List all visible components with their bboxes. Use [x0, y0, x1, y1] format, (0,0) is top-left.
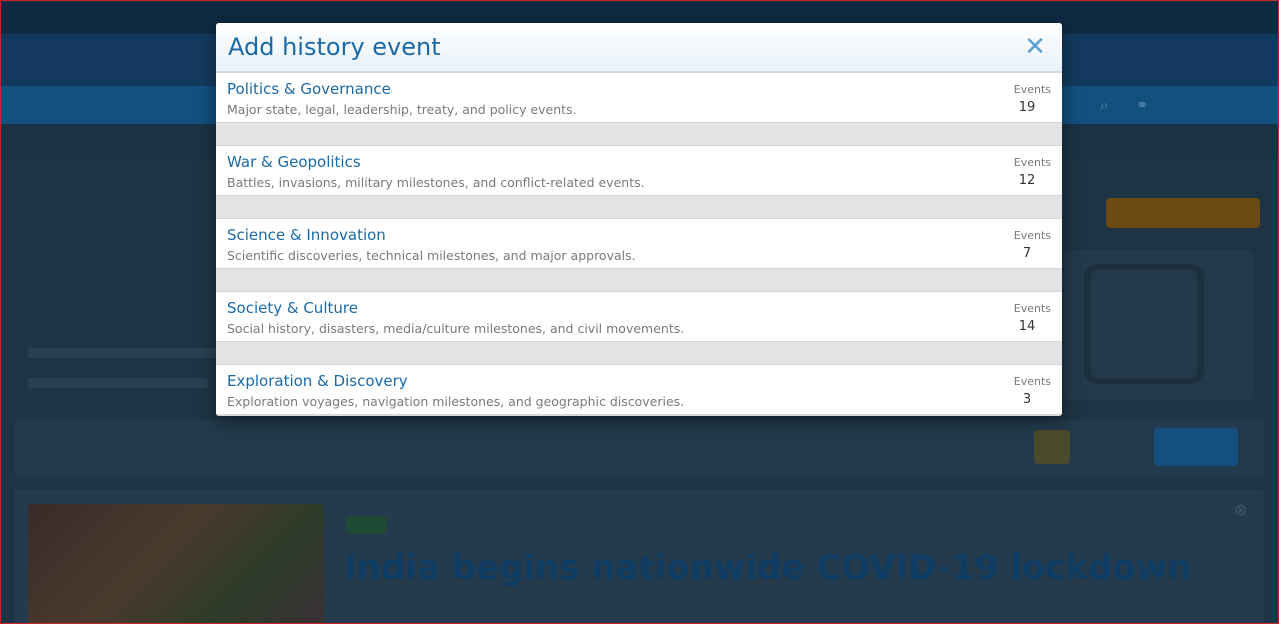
link-icon: ⚭ — [1136, 96, 1149, 114]
category-name[interactable]: War & Geopolitics — [227, 153, 361, 171]
category-name[interactable]: Society & Culture — [227, 299, 358, 317]
category-item-politics-governance[interactable]: Politics & Governance Major state, legal… — [216, 72, 1062, 123]
category-description: Social history, disasters, media/culture… — [227, 321, 685, 336]
category-description: Major state, legal, leadership, treaty, … — [227, 102, 577, 117]
category-name[interactable]: Politics & Governance — [227, 80, 391, 98]
filter-apply-button — [1154, 428, 1238, 466]
add-history-event-modal: Add history event ✕ Politics & Governanc… — [216, 23, 1062, 416]
filter-bar — [14, 420, 1264, 476]
intro-text-line — [28, 348, 218, 358]
search-icon: ⌕ — [1100, 96, 1109, 114]
intro-text-line — [28, 378, 208, 388]
category-item-exploration-discovery[interactable]: Exploration & Discovery Exploration voya… — [216, 364, 1062, 415]
category-item-war-geopolitics[interactable]: War & Geopolitics Battles, invasions, mi… — [216, 145, 1062, 196]
event-count: 14 — [1018, 319, 1036, 334]
filter-toggle — [1034, 430, 1070, 464]
category-description: Exploration voyages, navigation mileston… — [227, 394, 685, 409]
close-icon: ⊗ — [1234, 500, 1248, 519]
category-list: Politics & Governance Major state, legal… — [216, 72, 1062, 415]
event-count-label: Events — [1013, 156, 1051, 169]
divider — [216, 196, 1062, 218]
category-description: Battles, invasions, military milestones,… — [227, 175, 645, 190]
action-button — [1106, 198, 1260, 228]
modal-title: Add history event — [228, 33, 441, 61]
category-name[interactable]: Science & Innovation — [227, 226, 386, 244]
divider — [216, 123, 1062, 145]
category-item-science-innovation[interactable]: Science & Innovation Scientific discover… — [216, 218, 1062, 269]
article-card: India begins nationwide COVID-19 lockdow… — [14, 490, 1264, 624]
scroll-card — [1064, 250, 1254, 400]
modal-header: Add history event ✕ — [216, 23, 1062, 72]
event-count: 19 — [1018, 100, 1036, 115]
article-image — [28, 504, 324, 624]
event-count-label: Events — [1013, 302, 1051, 315]
divider — [216, 342, 1062, 364]
event-count: 3 — [1022, 392, 1032, 407]
event-count: 7 — [1022, 246, 1032, 261]
close-button[interactable]: ✕ — [1022, 34, 1048, 60]
scroll-icon — [1084, 264, 1204, 384]
divider — [216, 269, 1062, 291]
event-count-label: Events — [1013, 83, 1051, 96]
close-icon: ✕ — [1024, 32, 1046, 62]
event-count-label: Events — [1013, 229, 1051, 242]
article-tag — [346, 516, 386, 534]
category-item-society-culture[interactable]: Society & Culture Social history, disast… — [216, 291, 1062, 342]
category-description: Scientific discoveries, technical milest… — [227, 248, 636, 263]
category-name[interactable]: Exploration & Discovery — [227, 372, 408, 390]
event-count-label: Events — [1013, 375, 1051, 388]
article-title: India begins nationwide COVID-19 lockdow… — [344, 548, 1192, 588]
event-count: 12 — [1018, 173, 1036, 188]
